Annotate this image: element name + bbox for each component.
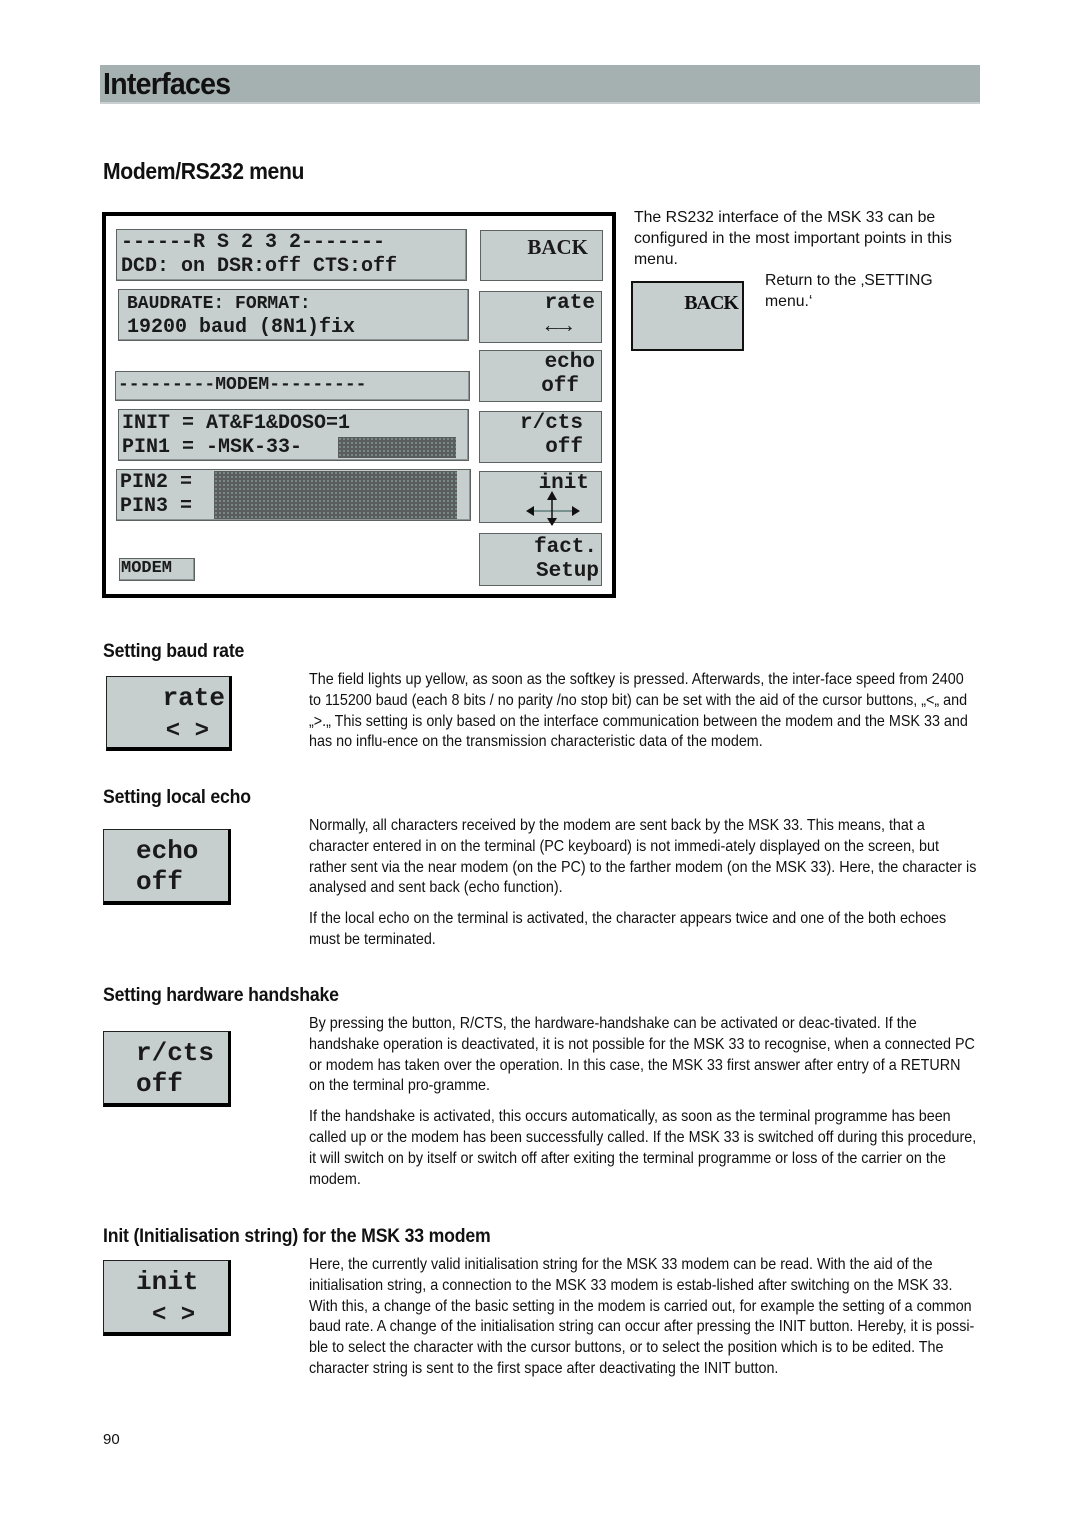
local-echo-paragraph-2: If the local echo on the terminal is act… <box>309 910 947 948</box>
pin3-line: PIN3 = <box>120 495 193 518</box>
heading-init-string: Init (Initialisation string) for the MSK… <box>103 1226 491 1247</box>
factory-setup-label-1: fact. <box>533 536 597 559</box>
init-pin1-panel: INIT = AT&F1&DOSO=1 PIN1 = -MSK-33- <box>118 409 469 461</box>
chapter-title: Interfaces <box>103 66 231 101</box>
rcts-key-state: off <box>136 1069 183 1099</box>
baud-rate-paragraph: The field lights up yellow, as soon as t… <box>309 671 968 751</box>
modem-divider-panel: ---------MODEM--------- <box>115 371 470 401</box>
init-string-description: Here, the currently valid initialisation… <box>309 1255 978 1380</box>
rcts-softkey[interactable]: r/cts off <box>479 411 602 463</box>
back-key-illustration[interactable]: BACK <box>631 281 744 351</box>
rcts-key-illustration: r/cts off <box>103 1031 231 1107</box>
left-right-arrows-icon: ←→ <box>545 314 572 339</box>
init-string-line: INIT = AT&F1&DOSO=1 <box>122 412 351 435</box>
mode-tag-text: MODEM <box>121 559 173 578</box>
echo-softkey-state: off <box>541 375 579 398</box>
back-key-description: Return to the ‚SETTING menu.‘ <box>765 272 933 310</box>
chapter-header-band <box>100 65 980 104</box>
rate-softkey[interactable]: rate ←→ <box>479 291 602 343</box>
local-echo-description: Normally, all characters received by the… <box>309 816 978 951</box>
echo-key-label: echo <box>136 836 199 866</box>
echo-softkey[interactable]: echo off <box>479 350 602 402</box>
echo-key-state: off <box>136 867 183 897</box>
local-echo-paragraph-1: Normally, all characters received by the… <box>309 817 977 897</box>
rcts-key-label: r/cts <box>136 1038 215 1068</box>
rs232-status-panel: ------R S 2 3 2------- DCD: on DSR:off C… <box>116 229 467 281</box>
back-softkey-label: BACK <box>527 235 588 259</box>
page-number: 90 <box>103 1431 120 1448</box>
four-way-arrows-icon <box>526 491 580 526</box>
intro-text: The RS232 interface of the MSK 33 can be… <box>634 209 952 268</box>
rcts-softkey-state: off <box>545 436 583 459</box>
back-key-label: BACK <box>684 292 739 314</box>
pin2-pin3-masked-field[interactable] <box>214 471 457 519</box>
hardware-handshake-description: By pressing the button, R/CTS, the hardw… <box>309 1014 978 1190</box>
rcts-softkey-label: r/cts <box>519 412 583 435</box>
init-key-arrows: < > <box>152 1302 196 1329</box>
heading-local-echo: Setting local echo <box>103 787 251 808</box>
rate-key-illustration: rate < > <box>106 676 232 751</box>
factory-setup-label-2: Setup <box>535 560 599 583</box>
pin2-line: PIN2 = <box>120 471 193 494</box>
signal-status-line: DCD: on DSR:off CTS:off <box>121 255 398 278</box>
baud-rate-description: The field lights up yellow, as soon as t… <box>309 670 976 753</box>
init-softkey[interactable]: init <box>479 471 602 526</box>
heading-baud-rate: Setting baud rate <box>103 641 245 662</box>
handshake-paragraph-1: By pressing the button, R/CTS, the hardw… <box>309 1015 975 1095</box>
pin2-pin3-panel: PIN2 = PIN3 = <box>116 469 471 521</box>
handshake-paragraph-2: If the handshake is activated, this occu… <box>309 1108 977 1188</box>
pin1-masked-field[interactable] <box>338 437 456 458</box>
init-paragraph: Here, the currently valid initialisation… <box>309 1256 975 1377</box>
baudrate-value-line: 19200 baud (8N1)fix <box>127 316 356 339</box>
pin1-line: PIN1 = -MSK-33- <box>122 436 303 459</box>
rate-key-label: rate <box>162 683 225 713</box>
rate-softkey-label: rate <box>544 292 595 315</box>
init-key-illustration: init < > <box>103 1260 231 1336</box>
rate-key-arrows: < > <box>165 718 209 745</box>
mode-tag: MODEM <box>119 558 195 581</box>
back-softkey[interactable]: BACK <box>480 230 603 281</box>
baudrate-label-line: BAUDRATE: FORMAT: <box>127 294 311 314</box>
rs232-title-line: ------R S 2 3 2------- <box>121 231 386 254</box>
factory-setup-softkey[interactable]: fact. Setup <box>479 533 602 586</box>
heading-hardware-handshake: Setting hardware handshake <box>103 985 339 1006</box>
modem-divider-text: ---------MODEM--------- <box>118 375 367 395</box>
echo-softkey-label: echo <box>544 351 595 374</box>
init-key-label: init <box>136 1267 199 1297</box>
modem-rs232-screen: ------R S 2 3 2------- DCD: on DSR:off C… <box>102 212 616 598</box>
section-title: Modem/RS232 menu <box>103 158 305 184</box>
baudrate-panel: BAUDRATE: FORMAT: 19200 baud (8N1)fix <box>118 289 469 341</box>
echo-key-illustration: echo off <box>103 829 231 905</box>
